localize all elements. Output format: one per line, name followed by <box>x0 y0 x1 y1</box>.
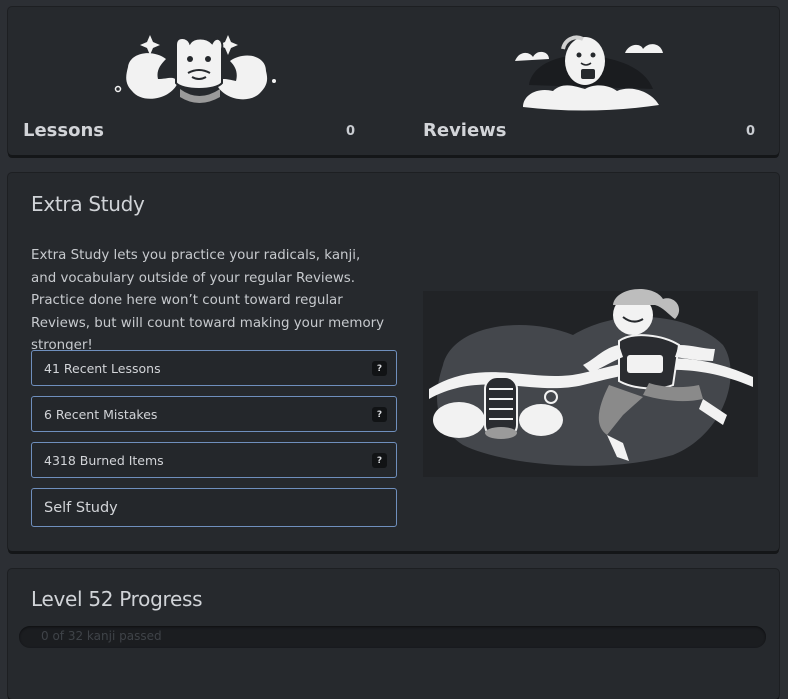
durtle-mountain-illustration <box>515 35 663 111</box>
reviews-count: 0 <box>746 124 756 139</box>
lessons-title: Lessons <box>23 120 104 141</box>
kanji-progress-text: 0 of 32 kanji passed <box>41 629 162 643</box>
recent-mistakes-help-icon[interactable]: ? <box>372 407 387 422</box>
reviews-title: Reviews <box>423 120 507 141</box>
self-study-button[interactable]: Self Study <box>31 488 397 527</box>
level-progress-title: Level 52 Progress <box>31 587 203 611</box>
burned-items-label: 4318 Burned Items <box>44 452 164 468</box>
recent-lessons-help-icon[interactable]: ? <box>372 361 387 376</box>
lessons-count: 0 <box>346 124 356 139</box>
burned-items-button[interactable]: 4318 Burned Items ? <box>31 442 397 478</box>
runner-crab-illustration <box>423 288 758 477</box>
burned-items-help-icon[interactable]: ? <box>372 453 387 468</box>
self-study-label: Self Study <box>44 499 118 516</box>
extra-study-title: Extra Study <box>31 192 145 216</box>
recent-lessons-label: 41 Recent Lessons <box>44 360 161 376</box>
kanji-progress-bar: 0 of 32 kanji passed <box>19 626 766 648</box>
crab-mascot-illustration <box>114 35 276 103</box>
recent-lessons-button[interactable]: 41 Recent Lessons ? <box>31 350 397 386</box>
reviews-tile[interactable]: Reviews 0 <box>408 7 788 155</box>
recent-mistakes-button[interactable]: 6 Recent Mistakes ? <box>31 396 397 432</box>
level-progress-card: Level 52 Progress 0 of 32 kanji passed <box>8 569 779 699</box>
extra-study-description: Extra Study lets you practice your radic… <box>31 248 385 353</box>
recent-mistakes-label: 6 Recent Mistakes <box>44 406 158 422</box>
lessons-tile[interactable]: Lessons 0 <box>8 7 393 155</box>
extra-study-card: Extra Study Extra Study lets you practic… <box>8 173 779 551</box>
summary-card: Lessons 0 Reviews 0 <box>8 7 779 155</box>
